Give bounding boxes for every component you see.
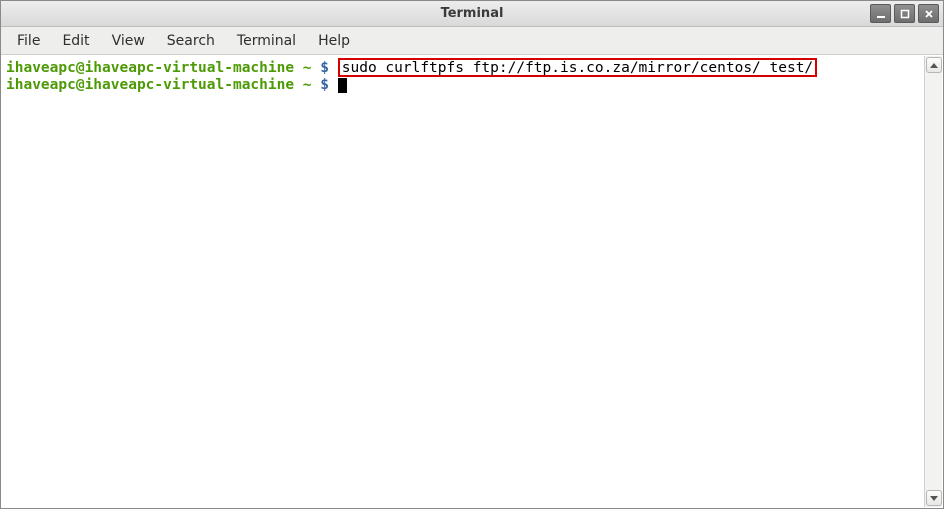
maximize-button[interactable] [894,4,915,23]
minimize-icon [876,9,886,19]
menu-file[interactable]: File [7,30,50,52]
close-button[interactable] [918,4,939,23]
menu-view[interactable]: View [102,30,155,52]
prompt-text: ihaveapc@ihaveapc-virtual-machine ~ [6,60,320,76]
chevron-down-icon [930,496,938,501]
menu-help[interactable]: Help [308,30,360,52]
close-icon [924,9,934,19]
prompt-text: ihaveapc@ihaveapc-virtual-machine ~ [6,77,320,93]
highlighted-command: sudo curlftpfs ftp://ftp.is.co.za/mirror… [338,58,817,77]
vertical-scrollbar[interactable] [924,56,942,507]
terminal-output[interactable]: ihaveapc@ihaveapc-virtual-machine ~ $ su… [2,56,924,507]
maximize-icon [900,9,910,19]
scroll-up-button[interactable] [926,57,942,73]
terminal-area: ihaveapc@ihaveapc-virtual-machine ~ $ su… [2,56,942,507]
scroll-down-button[interactable] [926,490,942,506]
window-controls [870,4,939,23]
titlebar: Terminal [1,1,943,27]
prompt-dollar: $ [320,60,337,76]
window-title: Terminal [441,6,504,21]
prompt-dollar: $ [320,77,337,93]
menu-edit[interactable]: Edit [52,30,99,52]
terminal-line: ihaveapc@ihaveapc-virtual-machine ~ $ su… [6,58,920,77]
minimize-button[interactable] [870,4,891,23]
menubar: File Edit View Search Terminal Help [1,27,943,55]
window: Terminal File Edit View Search Terminal … [0,0,944,509]
menu-search[interactable]: Search [157,30,225,52]
terminal-line: ihaveapc@ihaveapc-virtual-machine ~ $ [6,77,920,94]
menu-terminal[interactable]: Terminal [227,30,306,52]
text-cursor [338,78,347,93]
chevron-up-icon [930,63,938,68]
command-text: sudo curlftpfs ftp://ftp.is.co.za/mirror… [342,60,813,76]
